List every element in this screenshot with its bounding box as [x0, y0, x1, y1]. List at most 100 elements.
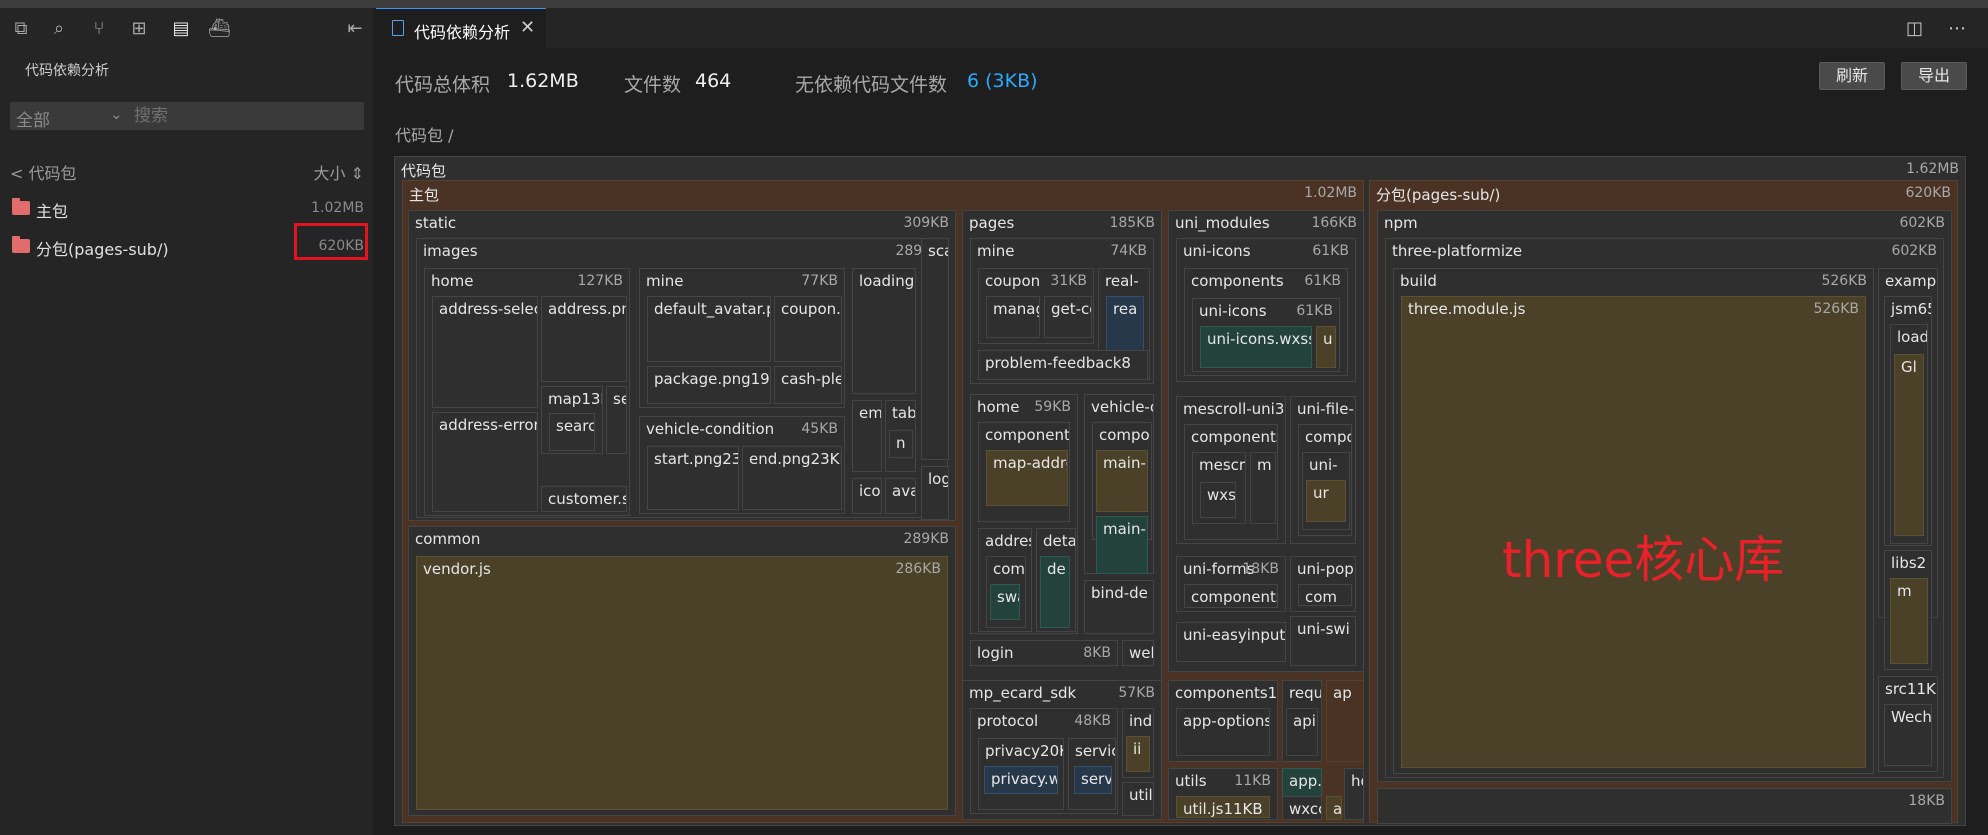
treemap-node-n[interactable]: n	[889, 430, 913, 458]
treemap-node-uni-easyinput[interactable]: uni-easyinput10K	[1176, 622, 1286, 662]
treemap-node-label: Gl	[1901, 358, 1917, 376]
treemap-node-size: 18KB	[1908, 793, 1945, 809]
treemap-node-label: start.png23K	[654, 450, 738, 468]
treemap-node-package-png[interactable]: package.png19K	[647, 366, 771, 404]
treemap-node-util-js[interactable]: util.js11KB	[1176, 796, 1270, 818]
extensions-icon[interactable]: ⊞	[128, 18, 150, 40]
treemap-node-m2[interactable]: m	[1890, 578, 1928, 664]
treemap-node-map-address[interactable]: map-addres	[986, 450, 1068, 506]
treemap-node-cash-pled[interactable]: cash-pled	[774, 366, 842, 404]
source-control-icon[interactable]: ⑂	[88, 18, 110, 40]
sort-toggle[interactable]: 大小 ⇕	[314, 160, 365, 184]
refresh-button[interactable]: 刷新	[1819, 62, 1885, 90]
treemap-node-last[interactable]: 18KB	[1377, 788, 1952, 824]
more-actions-icon[interactable]: ⋯	[1948, 18, 1966, 39]
filter-bar: 全部 ⌄	[10, 102, 364, 131]
treemap-node-label: home	[431, 272, 474, 290]
treemap-node-label: uni-icons	[1183, 242, 1251, 260]
treemap-node-size: 1.62MB	[1906, 161, 1959, 177]
export-button[interactable]: 导出	[1901, 62, 1967, 90]
treemap-node-label: components18	[1191, 588, 1277, 606]
treemap-node-api[interactable]: api	[1286, 708, 1318, 756]
treemap-node-se[interactable]: se	[606, 386, 627, 454]
treemap-node-swa[interactable]: swa	[990, 584, 1020, 620]
treemap-node-login[interactable]: login 8KB	[970, 640, 1118, 666]
treemap-node-label: compo	[1305, 428, 1352, 446]
treemap-node-ico[interactable]: ico	[852, 478, 882, 514]
treemap-node-ii[interactable]: ii	[1126, 736, 1150, 772]
treemap-node-label: bind-de	[1091, 584, 1148, 602]
treemap-node-manage[interactable]: manage	[986, 296, 1040, 338]
treemap-node-app-options[interactable]: app-options	[1176, 708, 1270, 756]
treemap-node-wecha[interactable]: Wecha	[1884, 704, 1932, 766]
treemap-node-emp[interactable]: emp	[852, 400, 882, 472]
treemap-node-label: jsm65	[1891, 300, 1931, 318]
docker-icon[interactable]: ⛴	[208, 18, 231, 40]
treemap-node-loading[interactable]: loading.g	[852, 268, 916, 394]
treemap-node-label: mp_ecard_sdk	[969, 684, 1077, 702]
treemap-node-com[interactable]: com	[1298, 584, 1352, 606]
treemap-node-ava[interactable]: ava	[885, 478, 916, 514]
treemap-node-bind-de[interactable]: bind-de	[1084, 580, 1154, 634]
treemap-node-ap[interactable]: ap	[1326, 680, 1364, 762]
treemap-node-logo[interactable]: logo	[921, 466, 949, 520]
treemap-node-label: uni-swi	[1297, 620, 1350, 638]
treemap-node-customer[interactable]: customer.sv	[541, 486, 627, 512]
treemap-node-uni-swi[interactable]: uni-swi	[1290, 616, 1356, 666]
analysis-icon[interactable]: ▤	[170, 18, 192, 40]
treemap-node-ur[interactable]: ur	[1306, 480, 1346, 522]
treemap-node-label: deta	[1043, 532, 1076, 550]
treemap-node-u[interactable]: u	[1316, 326, 1336, 368]
treemap-node-web[interactable]: web	[1122, 640, 1154, 666]
search-input[interactable]	[134, 105, 360, 127]
treemap-node-start-png[interactable]: start.png23K	[647, 446, 739, 510]
treemap-node-wxcc[interactable]: wxcc	[1282, 796, 1322, 820]
treemap-node-label: images	[423, 242, 478, 260]
treemap-node-label: de	[1047, 560, 1066, 578]
treemap-node-label: main-	[1103, 454, 1146, 472]
treemap-node-gl[interactable]: Gl	[1894, 354, 1924, 536]
treemap-node-service-w[interactable]: service.	[1074, 766, 1112, 794]
no-dependency-link[interactable]: 6 (3KB)	[967, 70, 1038, 92]
treemap-node-main-2[interactable]: main-	[1096, 516, 1148, 574]
treemap-node-components18[interactable]: components18	[1184, 584, 1278, 608]
treemap-node-vendor[interactable]: vendor.js 286KB	[416, 556, 948, 810]
breadcrumb-back[interactable]: < 代码包	[10, 160, 77, 184]
treemap-node-de[interactable]: de	[1040, 556, 1070, 628]
treemap-node-m[interactable]: m	[1250, 452, 1276, 524]
treemap-node-coupon-p[interactable]: coupon.p	[774, 296, 842, 362]
treemap-node-ho[interactable]: ho	[1344, 768, 1364, 820]
chevron-down-icon[interactable]: ⌄	[110, 105, 123, 123]
treemap-node-problem-feedback[interactable]: problem-feedback8	[978, 350, 1148, 380]
treemap-node-size: 61KB	[1312, 243, 1349, 259]
package-item-main[interactable]: 主包 1.02MB	[10, 196, 364, 222]
treemap-node-size: 8KB	[1083, 645, 1111, 661]
search-icon[interactable]: ⌕	[48, 18, 70, 40]
filter-select[interactable]: 全部	[16, 106, 50, 131]
treemap-node-util[interactable]: util	[1122, 782, 1154, 816]
treemap-node-address-error[interactable]: address-error.p	[432, 412, 538, 512]
treemap-node-search[interactable]: searcl	[549, 413, 595, 451]
treemap-node-get-cou[interactable]: get-cou	[1044, 296, 1092, 338]
treemap-node-a[interactable]: a	[1326, 796, 1342, 820]
treemap-node-label: compon	[1099, 426, 1151, 444]
treemap-node-uni-icons-wxss[interactable]: uni-icons.wxss5	[1200, 326, 1312, 368]
copy-icon[interactable]: ⧉	[10, 18, 32, 40]
treemap-node-wxs[interactable]: wxs1	[1200, 482, 1236, 518]
treemap-node-label: util	[1129, 786, 1153, 804]
treemap-node-scan[interactable]: scan	[921, 238, 949, 460]
collapse-panel-icon[interactable]: ⇤	[344, 18, 366, 40]
treemap-node-label: wxs1	[1207, 486, 1236, 504]
treemap-node-main-1[interactable]: main-	[1096, 450, 1148, 512]
treemap-node-size: 31KB	[1050, 273, 1087, 289]
treemap-node-label: address	[985, 532, 1031, 550]
treemap-node-end-png[interactable]: end.png23KB	[742, 446, 842, 510]
close-icon[interactable]: ✕	[520, 17, 535, 38]
treemap-node-size: 127KB	[577, 273, 623, 289]
treemap-node-address-select[interactable]: address-select.p	[432, 296, 538, 408]
treemap-node-default-avatar[interactable]: default_avatar.p	[647, 296, 771, 362]
tab-dependency-analysis[interactable]: 代码依赖分析 ✕	[376, 8, 546, 48]
treemap-node-address-png[interactable]: address.png	[541, 296, 627, 382]
split-editor-icon[interactable]: ◫	[1906, 18, 1923, 39]
treemap-node-privacy-wx[interactable]: privacy.wx	[984, 766, 1058, 794]
